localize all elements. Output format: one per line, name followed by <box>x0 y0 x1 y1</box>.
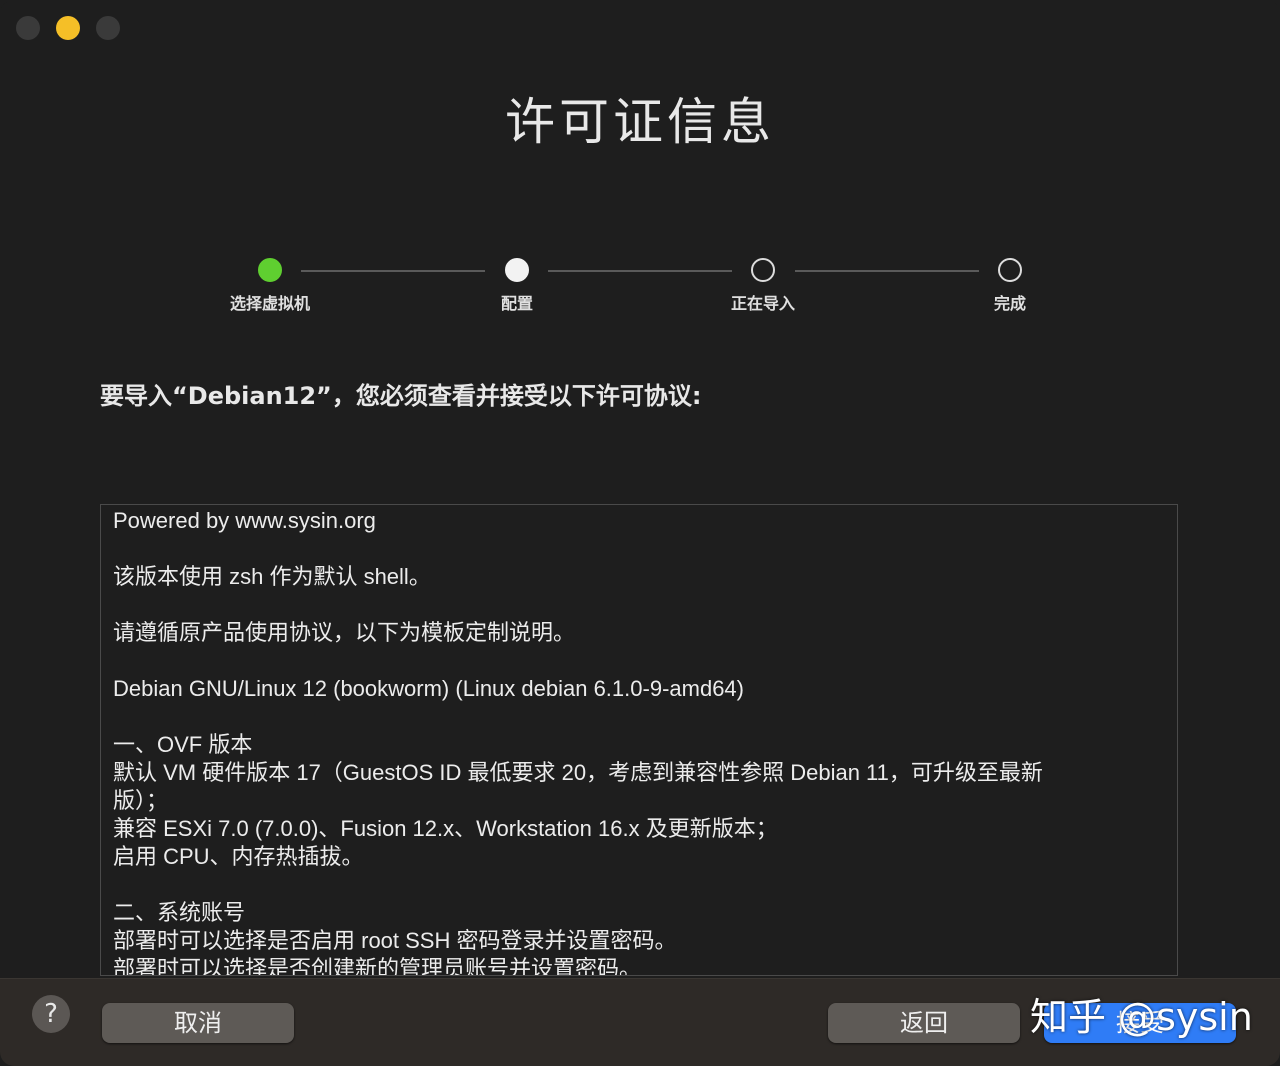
minimize-window-button[interactable] <box>56 16 80 40</box>
step-select-vm: 选择虚拟机 <box>190 258 350 314</box>
license-line: 默认 VM 硬件版本 17（GuestOS ID 最低要求 20，考虑到兼容性参… <box>113 760 1043 785</box>
license-line <box>113 871 1165 899</box>
step-pending-indicator <box>998 258 1022 282</box>
license-line: 请遵循原产品使用协议，以下为模板定制说明。 <box>113 620 576 645</box>
step-label: 正在导入 <box>730 294 795 313</box>
license-line <box>113 703 1165 731</box>
step-importing: 正在导入 <box>683 258 843 314</box>
page-title: 许可证信息 <box>505 93 775 151</box>
license-line: 二、系统账号 <box>113 900 246 925</box>
step-label: 完成 <box>993 294 1026 313</box>
license-line: 版）； <box>113 788 169 813</box>
help-button[interactable]: ? <box>32 995 70 1033</box>
license-line <box>113 647 1165 675</box>
license-line: 一、OVF 版本 <box>113 732 253 757</box>
close-window-button[interactable] <box>16 16 40 40</box>
license-prompt: 要导入“Debian12”，您必须查看并接受以下许可协议: <box>100 382 702 410</box>
back-button[interactable]: 返回 <box>828 1003 1020 1043</box>
progress-steps: 选择虚拟机 配置 正在导入 完成 <box>0 258 1280 318</box>
license-text-area[interactable]: Powered by www.sysin.org 该版本使用 zsh 作为默认 … <box>100 504 1178 976</box>
license-line: Debian GNU/Linux 12 (bookworm) (Linux de… <box>113 676 744 701</box>
watermark-text: 知乎 @sysin <box>1030 995 1253 1039</box>
license-line <box>113 535 1165 563</box>
license-line: 启用 CPU、内存热插拔。 <box>113 844 364 869</box>
license-line: Powered by www.sysin.org <box>113 508 376 533</box>
step-label: 配置 <box>500 294 533 313</box>
step-label: 选择虚拟机 <box>229 294 310 313</box>
import-wizard-window: 许可证信息 选择虚拟机 配置 正在导入 完成 要导入“Debian12”，您必须… <box>0 0 1280 1066</box>
license-line: 兼容 ESXi 7.0 (7.0.0)、Fusion 12.x、Workstat… <box>113 816 778 841</box>
license-line: 部署时可以选择是否启用 root SSH 密码登录并设置密码。 <box>113 928 677 953</box>
cancel-button[interactable]: 取消 <box>102 1003 294 1043</box>
license-line: 该版本使用 zsh 作为默认 shell。 <box>113 564 431 589</box>
step-pending-indicator <box>751 258 775 282</box>
step-complete-indicator <box>258 258 282 282</box>
license-line: 部署时可以选择是否创建新的管理员账号并设置密码。 <box>113 956 642 976</box>
zoom-window-button[interactable] <box>96 16 120 40</box>
step-current-indicator <box>505 258 529 282</box>
window-controls <box>16 16 120 40</box>
step-finish: 完成 <box>930 258 1090 314</box>
license-line <box>113 591 1165 619</box>
step-configure: 配置 <box>437 258 597 314</box>
